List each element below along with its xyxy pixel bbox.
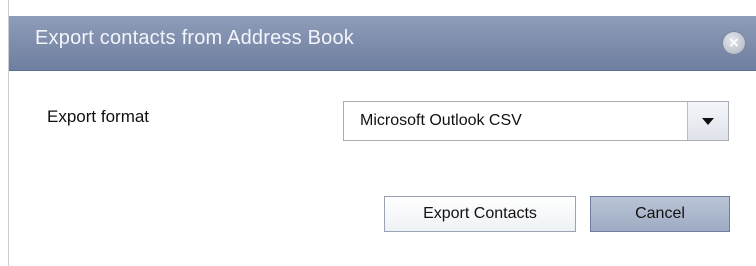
chevron-down-icon	[702, 118, 714, 125]
export-format-label: Export format	[47, 107, 150, 126]
dialog-title: Export contacts from Address Book	[35, 27, 354, 49]
dialog-titlebar[interactable]: Export contacts from Address Book ×	[9, 16, 756, 71]
close-x-icon: ×	[728, 35, 740, 51]
export-format-select[interactable]: Microsoft Outlook CSV	[343, 101, 729, 141]
export-contacts-dialog: Export contacts from Address Book × Expo…	[8, 0, 756, 266]
export-format-selected-value: Microsoft Outlook CSV	[360, 112, 522, 129]
close-button[interactable]: ×	[723, 32, 745, 54]
cancel-button[interactable]: Cancel	[590, 196, 730, 232]
dropdown-button[interactable]	[687, 102, 728, 140]
dialog-top-strip	[9, 0, 756, 16]
export-contacts-button[interactable]: Export Contacts	[384, 196, 576, 232]
